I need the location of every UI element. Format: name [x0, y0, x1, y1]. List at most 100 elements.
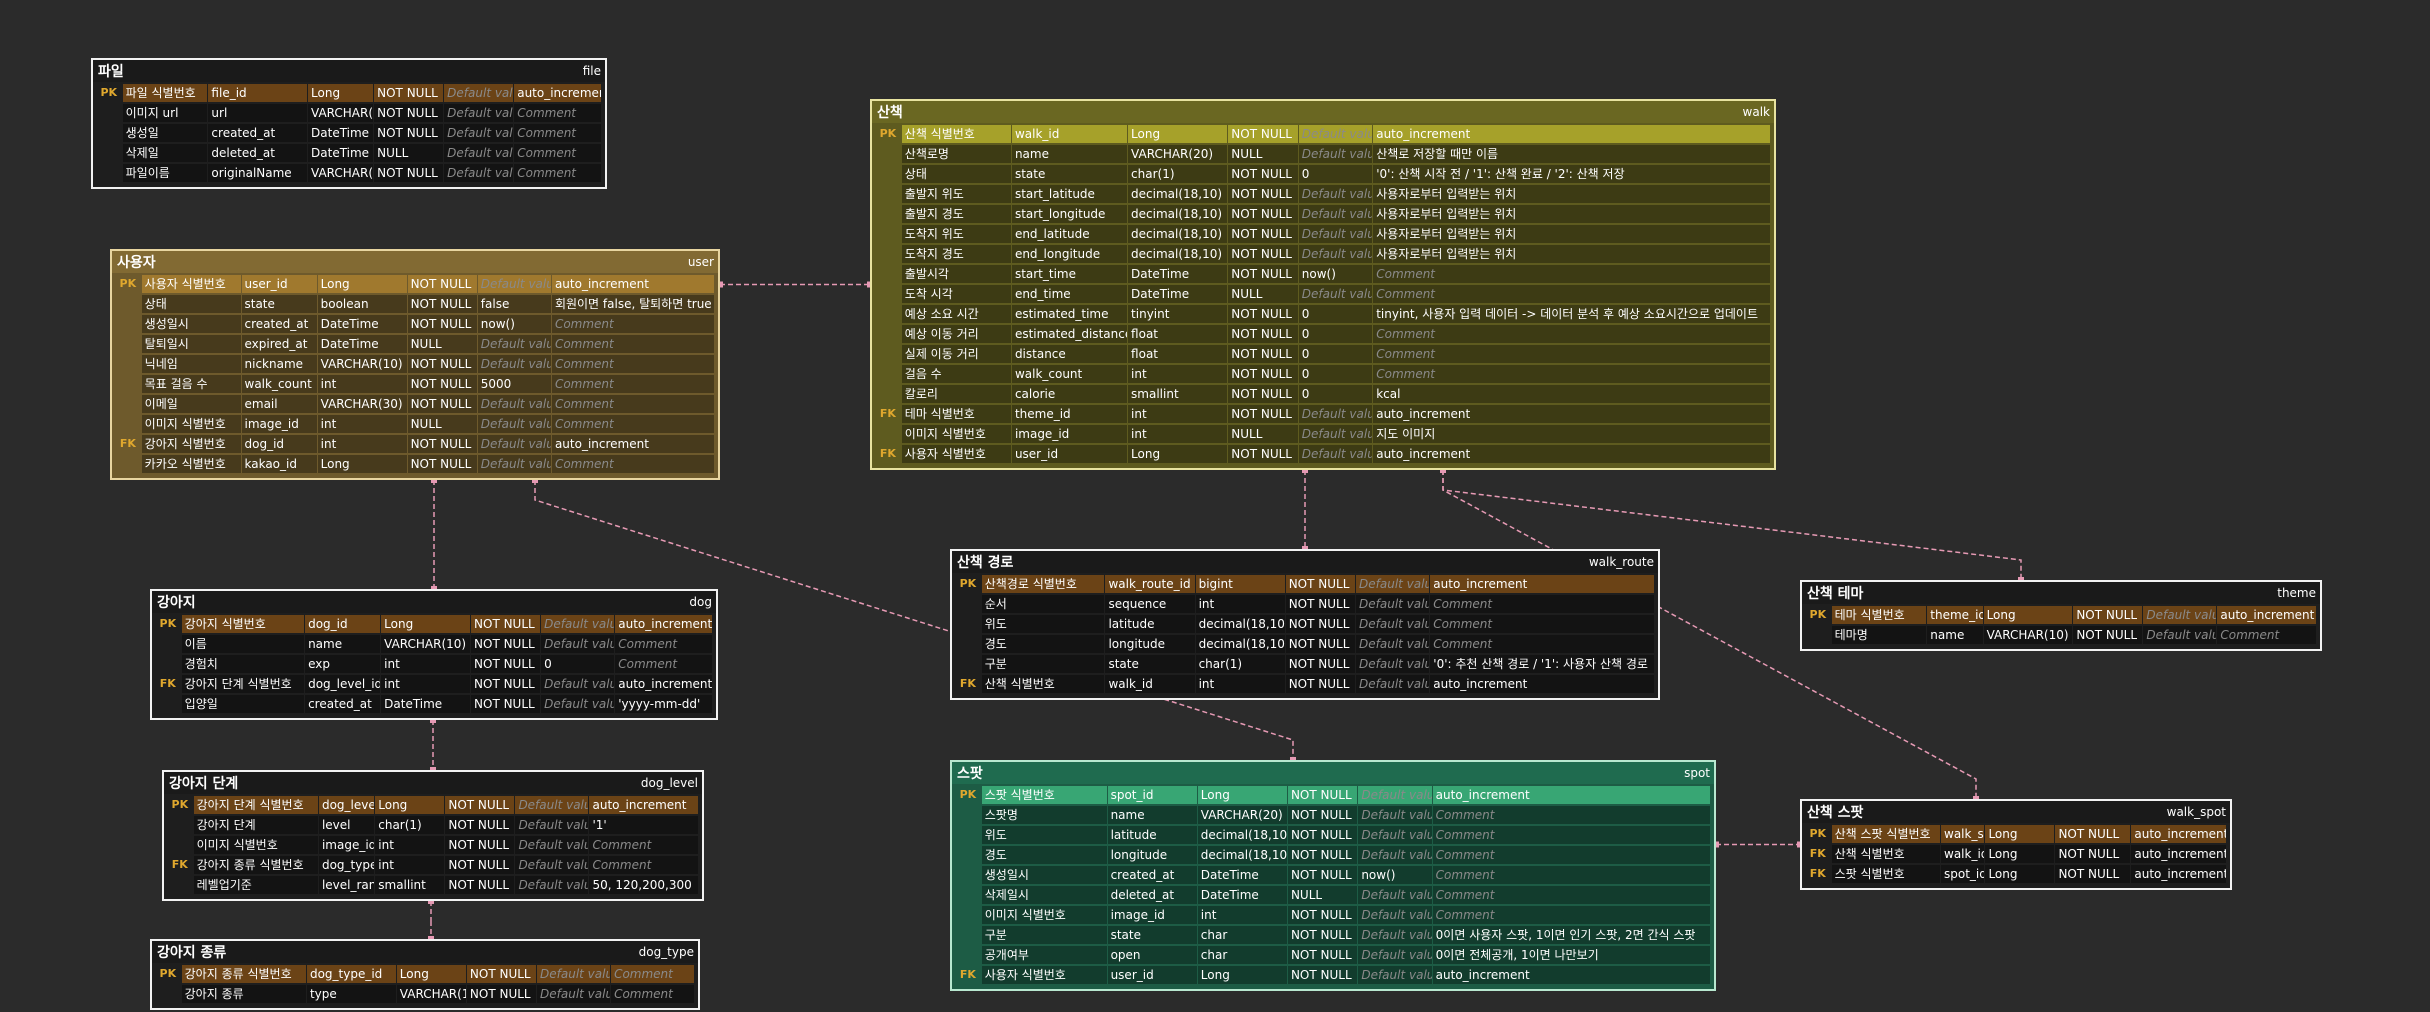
table-row[interactable]: PK 테마 식별번호 theme_id Long NOT NULL Default val…	[1805, 605, 2317, 625]
table-row[interactable]: FK 사용자 식별번호 user_id Long NOT NULL Default val…	[955, 965, 1711, 985]
table-row[interactable]: 상태 state boolean NOT NULL false 회원이면 false, 탈…	[115, 294, 715, 314]
table-row[interactable]: 구분statechar(1)NOT NULLDefault value'0': …	[955, 654, 1655, 674]
column-nullable: NOT NULL	[1287, 786, 1358, 804]
table-row[interactable]: 카카오 식별번호kakao_idLongNOT NULLDefault valu…	[115, 454, 715, 474]
table-row[interactable]: FK 스팟 식별번호 spot_id Long NOT NULL auto_increme…	[1805, 864, 2227, 884]
column-type: smallint	[1128, 385, 1228, 403]
table-row[interactable]: PK 사용자 식별번호 user_id Long NOT NULL Default val…	[115, 274, 715, 294]
table-row[interactable]: 강아지 종류typeVARCHAR(10)NOT NULLDefault val…	[155, 984, 695, 1004]
table-row[interactable]: PK 스팟 식별번호spot_idLongNOT NULLDefault valu…	[955, 785, 1711, 805]
column-type: VARCHAR(50)	[308, 164, 374, 182]
entity-header[interactable]: 산책 스팟 walk_spot	[1802, 801, 2230, 823]
table-row[interactable]: 이미지 urlurlVARCHAR(255)NOT NULLDefault va…	[96, 103, 602, 123]
table-row[interactable]: PK 산책 식별번호walk_idLongNOT NULLDefault valu…	[875, 124, 1771, 144]
table-row[interactable]: 삭제일deleted_atDateTimeNULLDefault valueCo…	[96, 143, 602, 163]
table-row[interactable]: 생성일 created_at DateTime NOT NULL Default val…	[96, 123, 602, 143]
entity-dog-level[interactable]: 강아지 단계 dog_level PK 강아지 단계 식별번호dog_level_id…	[162, 770, 704, 901]
table-row[interactable]: 이미지 식별번호image_idintNULLDefault valueComm…	[115, 414, 715, 434]
entity-dog-type[interactable]: 강아지 종류 dog_type PK 강아지 종류 식별번호 dog_type_id Lo…	[150, 939, 700, 1010]
table-row[interactable]: 파일이름originalNameVARCHAR(50)NOT NULLDefau…	[96, 163, 602, 183]
table-row[interactable]: 공개여부opencharNOT NULLDefault value0이면 전체공…	[955, 945, 1711, 965]
table-row[interactable]: FK 테마 식별번호theme_idintNOT NULLDefault valu…	[875, 404, 1771, 424]
table-row[interactable]: 이미지 식별번호image_idintNOT NULLDefault value…	[955, 905, 1711, 925]
table-row[interactable]: FK 산책 식별번호walk_idintNOT NULLDefault value…	[955, 674, 1655, 694]
table-row[interactable]: 이미지 식별번호image_idintNOT NULLDefault value…	[167, 835, 699, 855]
table-row[interactable]: 도착 시각end_timeDateTimeNULLDefault valueCo…	[875, 284, 1771, 304]
table-row[interactable]: 도착지 위도 end_latitude decimal(18,10) NOT NULL…	[875, 224, 1771, 244]
table-row[interactable]: 이미지 식별번호image_idintNULLDefault value지도 이…	[875, 424, 1771, 444]
table-row[interactable]: 예상 소요 시간 estimated_time tinyint NOT NULL 0 ti…	[875, 304, 1771, 324]
table-row[interactable]: FK 강아지 단계 식별번호 dog_level_id int NOT NULL Defa…	[155, 674, 713, 694]
column-physical-name: dog_type_id	[306, 965, 396, 983]
table-row[interactable]: 스팟명nameVARCHAR(20)NOT NULLDefault valueC…	[955, 805, 1711, 825]
table-row[interactable]: FK 사용자 식별번호 user_id Long NOT NULL Default val…	[875, 444, 1771, 464]
table-row[interactable]: 도착지 경도 end_longitude decimal(18,10) NOT NUL…	[875, 244, 1771, 264]
table-row[interactable]: 상태 state char(1) NOT NULL 0'0': 산책 시작 전 / '1…	[875, 164, 1771, 184]
entity-header[interactable]: 강아지 단계 dog_level	[164, 772, 702, 794]
entity-file[interactable]: 파일 file PK 파일 식별번호 file_id Long NOT NULL Defaul…	[91, 58, 607, 189]
table-row[interactable]: 레벨업기준level_rangesmallintNOT NULLDefault …	[167, 875, 699, 895]
table-row[interactable]: 테마명nameVARCHAR(10)NOT NULLDefault valueC…	[1805, 625, 2317, 645]
table-row[interactable]: 경도 longitude decimal(18,10) NOT NULL Default…	[955, 634, 1655, 654]
table-row[interactable]: FK 강아지 종류 식별번호dog_type_idintNOT NULLDefau…	[167, 855, 699, 875]
column-physical-name: walk_count	[1011, 365, 1128, 383]
table-row[interactable]: 경도 longitude decimal(18,10) NOT NULL Default…	[955, 845, 1711, 865]
entity-table-name: dog_level	[640, 776, 698, 790]
table-row[interactable]: 출발시각 start_time DateTime NOT NULL now() Comme…	[875, 264, 1771, 284]
entity-dog[interactable]: 강아지 dog PK 강아지 식별번호 dog_id Long NOT NULL Defaul…	[150, 589, 718, 720]
column-type: Long	[1128, 445, 1228, 463]
table-row[interactable]: 실제 이동 거리 distance float NOT NULL 0 Comment	[875, 344, 1771, 364]
table-row[interactable]: 닉네임 nickname VARCHAR(10) NOT NULL Default va…	[115, 354, 715, 374]
table-row[interactable]: PK 강아지 단계 식별번호dog_level_idLongNOT NULLDef…	[167, 795, 699, 815]
entity-spot[interactable]: 스팟 spot PK 스팟 식별번호 spot_id Long NOT NULL Defaul…	[950, 760, 1716, 991]
entity-header[interactable]: 산책 walk	[872, 101, 1774, 123]
table-row[interactable]: PK 파일 식별번호file_idLongNOT NULLDefault valu…	[96, 83, 602, 103]
entity-header[interactable]: 산책 경로 walk_route	[952, 551, 1658, 573]
entity-header[interactable]: 강아지 dog	[152, 591, 716, 613]
table-row[interactable]: 예상 이동 거리 estimated_distance float NOT NULL 0…	[875, 324, 1771, 344]
table-row[interactable]: 경험치 exp int NOT NULL 0 Comment	[155, 654, 713, 674]
table-row[interactable]: 목표 걸음 수 walk_count int NOT NULL 5000 Comment	[115, 374, 715, 394]
table-row[interactable]: PK 산책 스팟 식별번호walk_spot_idLongNOT NULLauto…	[1805, 824, 2227, 844]
column-logical-name: 상태	[901, 165, 1011, 183]
entity-user[interactable]: 사용자 user PK 사용자 식별번호 user_id Long NOT NULL Defa…	[110, 249, 720, 480]
table-row[interactable]: 산책로명nameVARCHAR(20)NULLDefault value산책로 …	[875, 144, 1771, 164]
entity-header[interactable]: 산책 테마 theme	[1802, 582, 2320, 604]
column-type: Long	[1985, 865, 2055, 883]
table-row[interactable]: 칼로리 calorie smallint NOT NULL 0 kcal	[875, 384, 1771, 404]
table-row[interactable]: 이름nameVARCHAR(10)NOT NULLDefault valueCo…	[155, 634, 713, 654]
table-row[interactable]: 구분statecharNOT NULLDefault value0이면 사용자 …	[955, 925, 1711, 945]
column-logical-name: 산책로명	[901, 145, 1011, 163]
entity-table-name: dog	[689, 595, 712, 609]
entity-theme[interactable]: 산책 테마 theme PK 테마 식별번호 theme_id Long NOT NULL D…	[1800, 580, 2322, 651]
table-row[interactable]: 순서sequenceintNOT NULLDefault valueCommen…	[955, 594, 1655, 614]
table-row[interactable]: 이메일emailVARCHAR(30)NOT NULLDefault value…	[115, 394, 715, 414]
table-row[interactable]: PK 강아지 식별번호dog_idLongNOT NULLDefault valu…	[155, 614, 713, 634]
entity-walk[interactable]: 산책 walk PK 산책 식별번호 walk_id Long NOT NULL Defaul…	[870, 99, 1776, 470]
table-row[interactable]: FK 산책 식별번호 walk_id Long NOT NULL auto_increme…	[1805, 844, 2227, 864]
table-row[interactable]: FK 강아지 식별번호dog_idintNOT NULLDefault value…	[115, 434, 715, 454]
table-row[interactable]: 위도 latitude decimal(18,10) NOT NULL Default …	[955, 614, 1655, 634]
table-row[interactable]: 생성일시 created_at DateTime NOT NULL now() Comme…	[115, 314, 715, 334]
column-type: int	[1128, 405, 1228, 423]
entity-header[interactable]: 사용자 user	[112, 251, 718, 273]
column-physical-name: sequence	[1105, 595, 1195, 613]
table-row[interactable]: PK 산책경로 식별번호 walk_route_id bigint NOT NULL De…	[955, 574, 1655, 594]
entity-walk-spot[interactable]: 산책 스팟walk_spotPK산책 스팟 식별번호walk_spot_idLo…	[1800, 799, 2232, 890]
entity-header[interactable]: 스팟 spot	[952, 762, 1714, 784]
entity-header[interactable]: 강아지 종류 dog_type	[152, 941, 698, 963]
table-row[interactable]: 입양일 created_at DateTime NOT NULL Default val…	[155, 694, 713, 714]
entity-walk-route[interactable]: 산책 경로 walk_route PK 산책경로 식별번호 walk_route_id b…	[950, 549, 1660, 700]
table-row[interactable]: 생성일시 created_at DateTime NOT NULL now() Comme…	[955, 865, 1711, 885]
table-row[interactable]: 강아지 단계levelchar(1)NOT NULLDefault value'…	[167, 815, 699, 835]
table-row[interactable]: 걸음 수 walk_count int NOT NULL 0 Comment	[875, 364, 1771, 384]
table-row[interactable]: 탈퇴일시expired_atDateTimeNULLDefault valueC…	[115, 334, 715, 354]
column-default: Default value	[477, 275, 551, 293]
table-row[interactable]: 삭제일시deleted_atDateTimeNULLDefault valueC…	[955, 885, 1711, 905]
table-row[interactable]: 출발지 위도 start_latitude decimal(18,10) NOT NU…	[875, 184, 1771, 204]
column-default: Default value	[444, 84, 514, 102]
table-row[interactable]: PK 강아지 종류 식별번호 dog_type_id Long NOT NULL Defa…	[155, 964, 695, 984]
table-row[interactable]: 위도 latitude decimal(18,10) NOT NULL Default …	[955, 825, 1711, 845]
table-row[interactable]: 출발지 경도 start_longitude decimal(18,10) NOT N…	[875, 204, 1771, 224]
entity-header[interactable]: 파일 file	[93, 60, 605, 82]
